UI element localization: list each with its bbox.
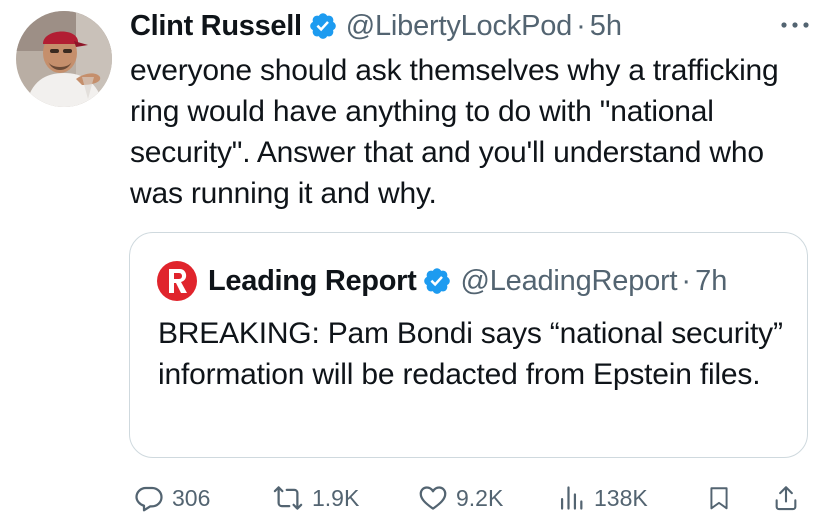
quoted-tweet-text: BREAKING: Pam Bondi says “national secur… [158,317,783,391]
like-button[interactable]: 9.2K [418,478,503,518]
views-chart-icon [560,486,583,510]
reply-icon [135,486,163,512]
quoted-separator-dot: · [681,264,692,297]
author-avatar[interactable] [16,11,112,107]
quoted-tweet[interactable]: Leading Report @LeadingReport · 7h BREAK… [129,232,808,458]
avatar-photo-icon [16,11,112,107]
bookmark-icon [710,487,728,510]
reply-count: 306 [172,484,211,511]
tweet-header: Clint Russell @LibertyLockPod · 5h [130,6,622,46]
tweet-timestamp[interactable]: 5h [590,10,622,43]
quoted-author-display-name[interactable]: Leading Report [208,265,417,298]
tweet[interactable]: Clint Russell @LibertyLockPod · 5h every… [0,0,828,529]
more-options-button[interactable] [780,18,810,30]
tweet-actions-bar: 306 1.9K 9.2K 138K [0,478,828,518]
heart-icon [419,486,447,510]
views-count: 138K [594,484,648,511]
share-icon [775,486,797,511]
bookmark-button[interactable] [706,478,732,518]
author-display-name[interactable]: Clint Russell [130,10,302,43]
quoted-tweet-timestamp[interactable]: 7h [695,265,727,298]
tweet-text: everyone should ask themselves why a tra… [130,54,779,210]
verified-badge-icon[interactable] [308,11,338,41]
author-handle[interactable]: @LibertyLockPod [346,10,573,43]
more-icon [781,22,809,28]
repost-icon [273,486,303,510]
quoted-author-handle[interactable]: @LeadingReport [460,265,677,298]
like-count: 9.2K [456,484,504,511]
repost-button[interactable]: 1.9K [272,478,359,518]
share-button[interactable] [772,478,800,518]
quoted-tweet-header: Leading Report @LeadingReport · 7h [156,261,727,301]
leading-report-logo-icon [157,261,197,301]
quoted-verified-badge-icon[interactable] [422,266,452,296]
repost-count: 1.9K [312,484,360,511]
reply-button[interactable]: 306 [134,478,210,518]
separator-dot: · [576,9,586,42]
views-button[interactable]: 138K [558,478,648,518]
quoted-author-avatar[interactable] [156,260,198,302]
